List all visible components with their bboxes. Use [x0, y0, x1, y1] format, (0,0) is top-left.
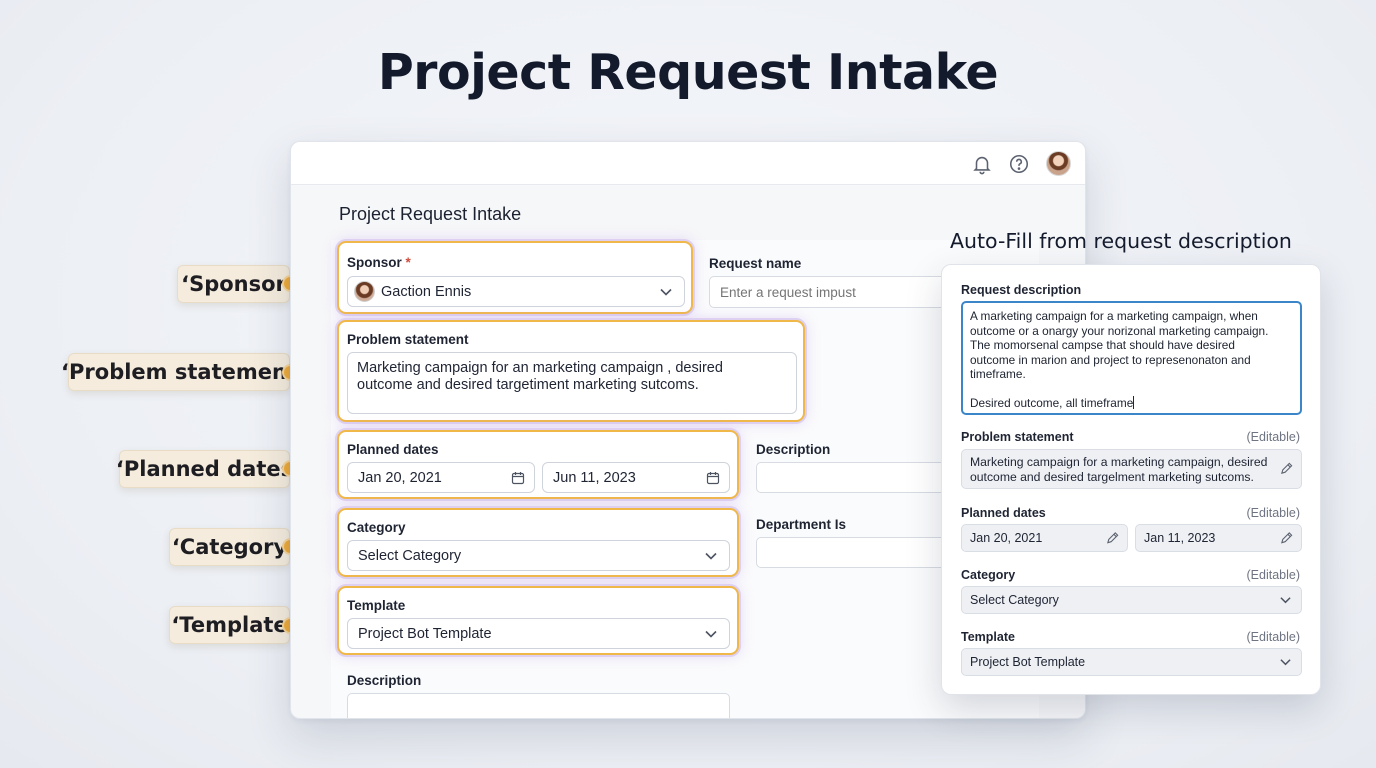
af-start-date-field[interactable]: Jan 20, 2021	[961, 524, 1128, 552]
callout-sponsor: ‘Sponsor	[177, 265, 290, 303]
start-date-input[interactable]: Jan 20, 2021	[347, 462, 535, 493]
calendar-icon[interactable]	[511, 471, 525, 485]
description-bottom-label: Description	[347, 673, 422, 688]
template-value: Project Bot Template	[358, 625, 492, 642]
callout-planned-dates-label: ‘Planned dates	[115, 457, 294, 481]
af-end-date-value: Jan 11, 2023	[1144, 531, 1216, 545]
chevron-down-icon	[1280, 597, 1291, 604]
page-headline: Project Request Intake	[377, 44, 999, 101]
category-label: Category	[347, 520, 406, 535]
af-problem-statement-editable-tag: (Editable)	[1246, 430, 1301, 444]
af-planned-dates-label: Planned dates	[961, 506, 1046, 520]
help-icon[interactable]	[1008, 153, 1030, 175]
problem-statement-value: Marketing campaign for an marketing camp…	[357, 360, 723, 393]
planned-dates-label: Planned dates	[347, 442, 439, 457]
callout-problem-statement: ‘Problem statement	[61, 353, 297, 391]
problem-statement-label: Problem statement	[347, 332, 469, 347]
description-bottom-input[interactable]	[347, 693, 730, 718]
request-description-textarea[interactable]: A marketing campaign for a marketing cam…	[961, 301, 1302, 415]
template-label: Template	[347, 598, 406, 613]
chevron-down-icon	[705, 552, 717, 560]
department-label: Department Is	[756, 517, 847, 532]
sponsor-group: Sponsor * Gaction Ennis	[337, 241, 693, 314]
af-category-select[interactable]: Select Category	[961, 586, 1302, 614]
af-template-select[interactable]: Project Bot Template	[961, 648, 1302, 676]
af-category-editable-tag: (Editable)	[1246, 568, 1301, 582]
af-template-label: Template	[961, 630, 1015, 644]
category-select[interactable]: Select Category	[347, 540, 730, 571]
af-category-label: Category	[961, 568, 1016, 582]
sponsor-avatar	[354, 281, 375, 302]
form-title: Project Request Intake	[339, 204, 522, 224]
category-group: Category Select Category	[337, 508, 739, 577]
sponsor-label: Sponsor *	[347, 255, 411, 270]
description-right-label: Description	[756, 442, 831, 457]
chevron-down-icon	[1280, 659, 1291, 666]
callout-problem-statement-label: ‘Problem statement	[61, 360, 297, 384]
request-description-last-line: Desired outcome, all timeframe	[970, 395, 1135, 410]
callout-planned-dates: ‘Planned dates	[115, 450, 294, 488]
callout-category: ‘Category	[169, 528, 290, 566]
category-value: Select Category	[358, 547, 462, 564]
callout-template-label: ‘Template	[171, 613, 288, 637]
calendar-icon[interactable]	[706, 471, 720, 485]
af-template-editable-tag: (Editable)	[1246, 630, 1301, 644]
pencil-icon[interactable]	[1280, 462, 1293, 475]
sponsor-value: Gaction Ennis	[381, 283, 472, 300]
end-date-value: Jun 11, 2023	[553, 469, 636, 486]
request-description-label: Request description	[961, 283, 1082, 297]
callout-sponsor-label: ‘Sponsor	[181, 272, 286, 296]
problem-statement-group: Problem statement Marketing campaign for…	[337, 320, 805, 422]
chevron-down-icon	[705, 630, 717, 638]
af-start-date-value: Jan 20, 2021	[970, 531, 1043, 545]
request-name-label: Request name	[709, 256, 802, 271]
end-date-input[interactable]: Jun 11, 2023	[542, 462, 730, 493]
user-avatar[interactable]	[1046, 151, 1071, 176]
problem-statement-textarea[interactable]: Marketing campaign for an marketing camp…	[347, 352, 797, 414]
bell-icon[interactable]	[971, 153, 993, 175]
autofill-panel: Request description A marketing campaign…	[941, 264, 1321, 695]
pencil-icon[interactable]	[1280, 532, 1293, 545]
callout-template: ‘Template	[169, 606, 290, 644]
sponsor-select[interactable]: Gaction Ennis	[347, 276, 685, 307]
autofill-title: Auto-Fill from request description	[950, 229, 1292, 253]
af-end-date-field[interactable]: Jan 11, 2023	[1135, 524, 1302, 552]
template-select[interactable]: Project Bot Template	[347, 618, 730, 649]
window-topbar	[291, 142, 1085, 185]
start-date-value: Jan 20, 2021	[358, 469, 442, 486]
af-problem-statement-value: Marketing campaign for a marketing campa…	[970, 455, 1268, 484]
pencil-icon[interactable]	[1106, 532, 1119, 545]
text-caret	[1133, 395, 1135, 409]
af-problem-statement-label: Problem statement	[961, 430, 1074, 444]
chevron-down-icon	[660, 288, 672, 296]
af-planned-dates-editable-tag: (Editable)	[1246, 506, 1301, 520]
af-category-value: Select Category	[970, 593, 1059, 607]
af-template-value: Project Bot Template	[970, 655, 1086, 669]
request-description-text: A marketing campaign for a marketing cam…	[970, 309, 1269, 381]
af-problem-statement-field[interactable]: Marketing campaign for a marketing campa…	[961, 449, 1302, 489]
callout-category-label: ‘Category	[171, 535, 288, 559]
planned-dates-group: Planned dates Jan 20, 2021 Jun 11, 2023	[337, 430, 739, 499]
template-group: Template Project Bot Template	[337, 586, 739, 655]
